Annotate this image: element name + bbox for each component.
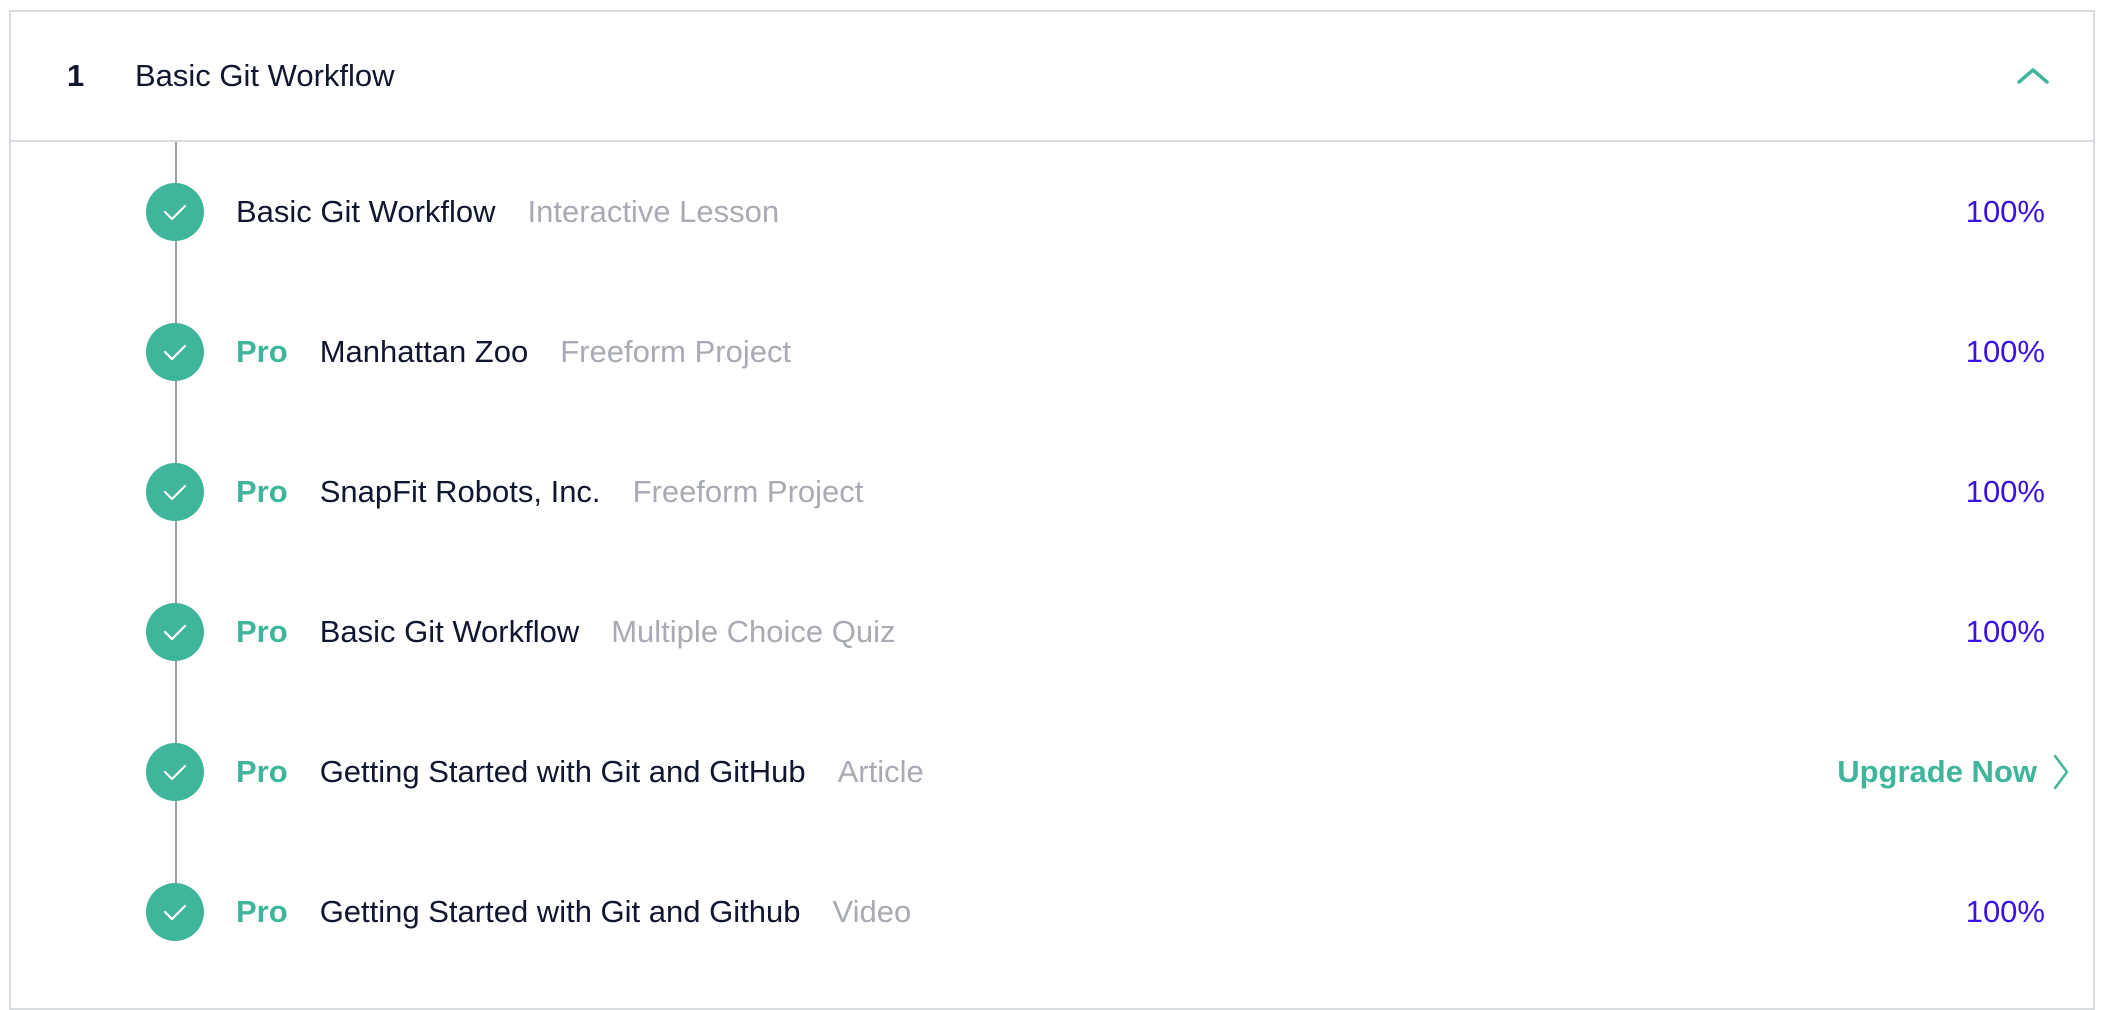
item-title: SnapFit Robots, Inc. [319,474,601,509]
item-title: Getting Started with Git and GitHub [319,754,806,789]
pro-badge: Pro [236,474,288,509]
chevron-right-icon [2053,754,2069,790]
list-item[interactable]: Pro Manhattan Zoo Freeform Project 100% [11,282,2093,422]
item-type: Interactive Lesson [527,194,780,229]
checkmark-icon [146,743,204,801]
item-title: Manhattan Zoo [319,334,529,369]
checkmark-icon [146,323,204,381]
list-item[interactable]: Pro Basic Git Workflow Multiple Choice Q… [11,562,2093,702]
chevron-up-icon[interactable] [2013,60,2053,90]
module-title: Basic Git Workflow [135,58,395,93]
list-item[interactable]: Basic Git Workflow Interactive Lesson 10… [11,142,2093,282]
list-item[interactable]: Pro Getting Started with Git and Github … [11,842,2093,982]
checkmark-icon [146,603,204,661]
item-type: Freeform Project [560,334,792,369]
checkmark-icon [146,463,204,521]
upgrade-now-link[interactable]: Upgrade Now [1837,752,2071,792]
pro-badge: Pro [236,894,288,929]
module-header[interactable]: 1 Basic Git Workflow [11,12,2093,142]
upgrade-now-label: Upgrade Now [1837,754,2037,789]
progress-percent: 100% [1965,614,2045,649]
item-title: Basic Git Workflow [236,194,496,229]
item-title: Getting Started with Git and Github [319,894,801,929]
item-type: Video [832,894,912,929]
checkmark-icon [146,883,204,941]
progress-percent: 100% [1965,194,2045,229]
list-item[interactable]: Pro Getting Started with Git and GitHub … [11,702,2093,842]
pro-badge: Pro [236,614,288,649]
checkmark-icon [146,183,204,241]
progress-percent: 100% [1965,474,2045,509]
item-type: Multiple Choice Quiz [611,614,896,649]
progress-percent: 100% [1965,334,2045,369]
module-number: 1 [67,58,85,93]
pro-badge: Pro [236,754,288,789]
list-item[interactable]: Pro SnapFit Robots, Inc. Freeform Projec… [11,422,2093,562]
module-card: 1 Basic Git Workflow Basic Git Workflow … [9,10,2095,1010]
item-type: Freeform Project [632,474,864,509]
progress-percent: 100% [1965,894,2045,929]
item-type: Article [837,754,924,789]
pro-badge: Pro [236,334,288,369]
item-title: Basic Git Workflow [319,614,580,649]
